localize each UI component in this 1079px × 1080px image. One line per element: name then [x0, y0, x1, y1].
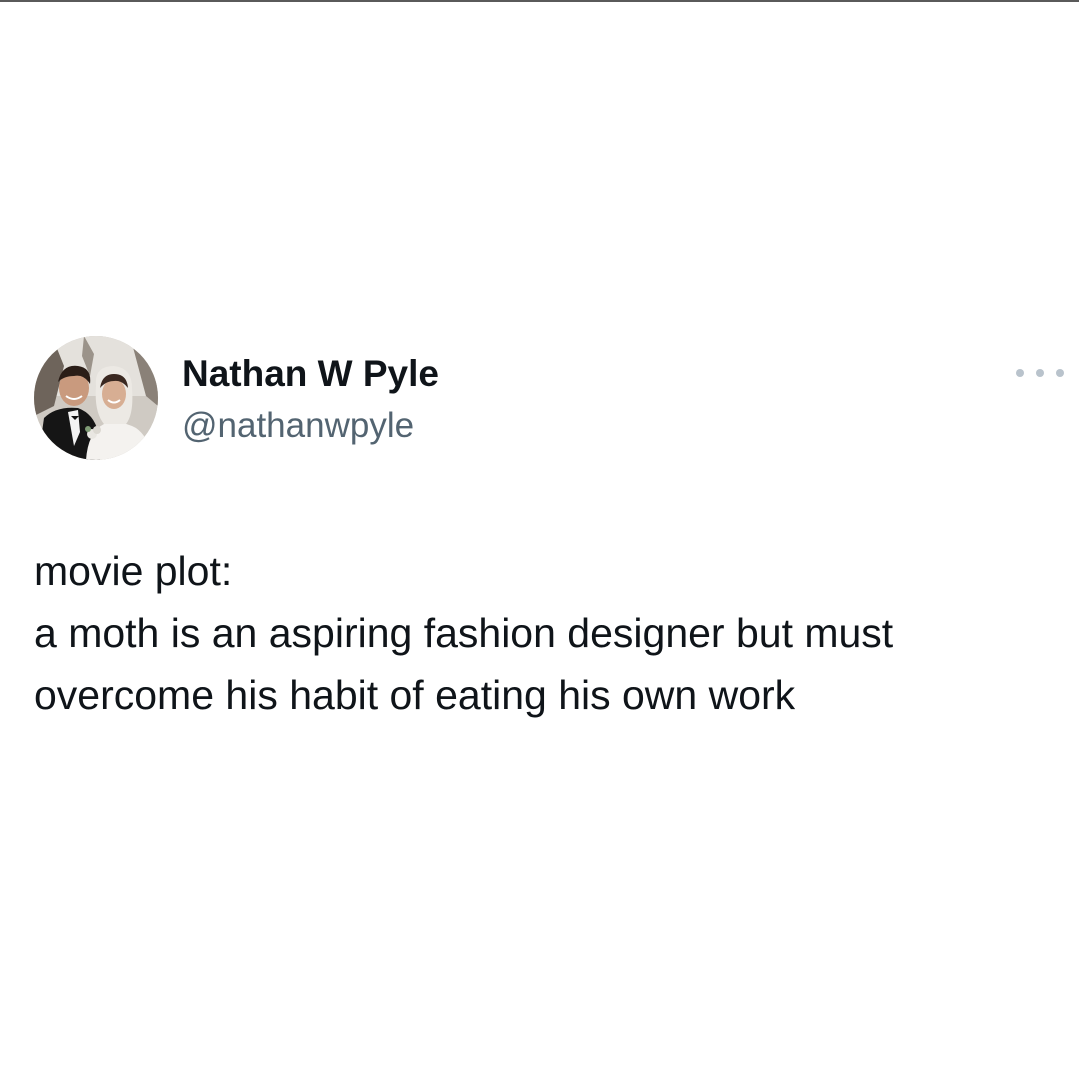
tweet-text-line: overcome his habit of eating his own wor… — [34, 672, 796, 718]
tweet-text-line: movie plot: — [34, 548, 233, 594]
avatar[interactable] — [34, 336, 158, 460]
more-horizontal-icon — [1016, 369, 1024, 377]
author-handle[interactable]: @nathanwpyle — [182, 404, 414, 448]
author-display-name[interactable]: Nathan W Pyle — [182, 352, 439, 396]
tweet-card: Nathan W Pyle @nathanwpyle movie plot: a… — [0, 0, 1079, 1080]
tweet-text-line: a moth is an aspiring fashion designer b… — [34, 610, 894, 656]
more-horizontal-icon — [1056, 369, 1064, 377]
more-options-button[interactable] — [1016, 362, 1064, 384]
tweet-text: movie plot: a moth is an aspiring fashio… — [34, 540, 1054, 726]
more-horizontal-icon — [1036, 369, 1044, 377]
avatar-photo — [34, 336, 158, 460]
